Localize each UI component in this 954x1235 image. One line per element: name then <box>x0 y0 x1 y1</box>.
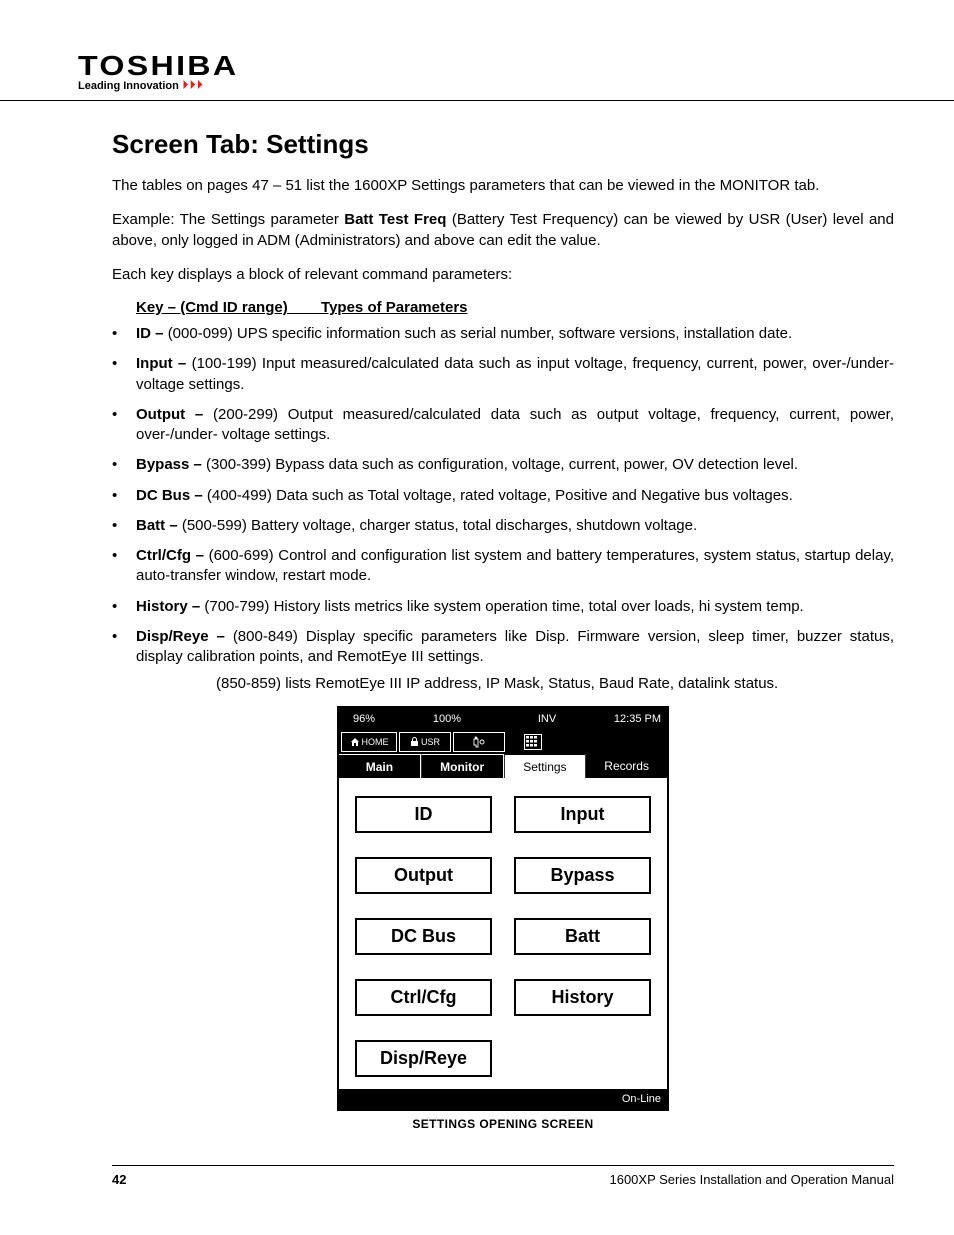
usr-button[interactable]: USR <box>399 732 451 752</box>
bullet-key: History – <box>136 598 204 615</box>
bullet-key: DC Bus – <box>136 487 207 504</box>
bullet-key: Batt – <box>136 517 182 534</box>
status-time: 12:35 PM <box>589 708 667 730</box>
bullet-desc: (300-399) Bypass data such as configurat… <box>206 456 798 473</box>
bullet-desc: (200-299) Output measured/calculated dat… <box>136 406 894 443</box>
bullet-desc: (500-599) Battery voltage, charger statu… <box>182 517 697 534</box>
bullet-item: Output – (200-299) Output measured/calcu… <box>112 405 894 446</box>
keypad-icon <box>524 734 542 750</box>
settings-key-disp-reye[interactable]: Disp/Reye <box>355 1040 492 1077</box>
status-pct2: 100% <box>389 708 505 730</box>
home-icon <box>350 737 360 747</box>
settings-key-history[interactable]: History <box>514 979 651 1016</box>
bullet-key: Bypass – <box>136 456 206 473</box>
key-header-line: Key – (Cmd ID range) Types of Parameters <box>136 299 894 316</box>
bullet-key: Disp/Reye – <box>136 628 233 645</box>
page-number: 42 <box>112 1172 126 1187</box>
example-text: Example: The Settings parameter Batt Tes… <box>112 210 894 251</box>
usr-label: USR <box>421 737 440 747</box>
settings-key-input[interactable]: Input <box>514 796 651 833</box>
intro-text: The tables on pages 47 – 51 list the 160… <box>112 176 894 196</box>
bullet-item: Batt – (500-599) Battery voltage, charge… <box>112 516 894 536</box>
bullet-item: Disp/Reye – (800-849) Display specific p… <box>112 627 894 668</box>
bullet-desc: (000-099) UPS specific information such … <box>168 325 792 342</box>
status-pct1: 96% <box>339 708 389 730</box>
settings-key-grid: ID Input Output Bypass DC Bus Batt Ctrl/Cfg His… <box>339 778 667 1089</box>
bullet-desc: (700-799) History lists metrics like sys… <box>204 598 803 615</box>
bullet-desc: (800-849) Display specific parameters li… <box>136 628 894 665</box>
bullet-item: DC Bus – (400-499) Data such as Total vo… <box>112 486 894 506</box>
home-label: HOME <box>362 737 389 747</box>
bullet-key: ID – <box>136 325 168 342</box>
manual-title: 1600XP Series Installation and Operation… <box>609 1172 894 1187</box>
device-footer: On-Line <box>339 1089 667 1109</box>
tab-main[interactable]: Main <box>339 754 421 778</box>
settings-key-ctrl-cfg[interactable]: Ctrl/Cfg <box>355 979 492 1016</box>
tab-bar: Main Monitor Settings Records <box>339 754 667 778</box>
figure-caption: SETTINGS OPENING SCREEN <box>337 1117 669 1131</box>
bullet-list: ID – (000-099) UPS specific information … <box>112 324 894 667</box>
each-key-text: Each key displays a block of relevant co… <box>112 265 894 285</box>
settings-key-id[interactable]: ID <box>355 796 492 833</box>
home-button[interactable]: HOME <box>341 732 397 752</box>
settings-key-batt[interactable]: Batt <box>514 918 651 955</box>
lock-icon <box>410 737 419 747</box>
bullet-key: Ctrl/Cfg – <box>136 547 209 564</box>
plug-button[interactable] <box>453 732 505 752</box>
header-rule <box>0 100 954 101</box>
bullet-item: Input – (100-199) Input measured/calcula… <box>112 354 894 395</box>
settings-key-bypass[interactable]: Bypass <box>514 857 651 894</box>
settings-key-dc-bus[interactable]: DC Bus <box>355 918 492 955</box>
keypad-button[interactable] <box>507 732 559 752</box>
bullet-item: History – (700-799) History lists metric… <box>112 597 894 617</box>
bullet-key: Output – <box>136 406 213 423</box>
bullet-desc: (400-499) Data such as Total voltage, ra… <box>207 487 793 504</box>
page-footer: 42 1600XP Series Installation and Operat… <box>112 1165 894 1187</box>
bullet-item: Ctrl/Cfg – (600-699) Control and configu… <box>112 546 894 587</box>
tab-settings[interactable]: Settings <box>504 754 586 778</box>
device-screen: 96% 100% INV 12:35 PM HOME <box>337 706 669 1111</box>
status-bar: 96% 100% INV 12:35 PM <box>339 708 667 730</box>
example-pre: Example: The Settings parameter <box>112 211 344 228</box>
brand-logo: TOSHIBA <box>78 50 954 82</box>
status-mode: INV <box>505 708 589 730</box>
toolbar: HOME USR <box>339 730 667 754</box>
sub-indent-line: (850-859) lists RemotEye III IP address,… <box>216 675 894 692</box>
tab-records[interactable]: Records <box>585 754 667 778</box>
bullet-item: Bypass – (300-399) Bypass data such as c… <box>112 455 894 475</box>
device-figure: 96% 100% INV 12:35 PM HOME <box>337 706 669 1131</box>
plug-icon <box>472 736 486 748</box>
page-title: Screen Tab: Settings <box>112 129 894 160</box>
bullet-key: Input – <box>136 355 192 372</box>
bullet-item: ID – (000-099) UPS specific information … <box>112 324 894 344</box>
tab-monitor[interactable]: Monitor <box>421 754 504 778</box>
bullet-desc: (100-199) Input measured/calculated data… <box>136 355 894 392</box>
bullet-desc: (600-699) Control and configuration list… <box>136 547 894 584</box>
example-bold: Batt Test Freq <box>344 211 446 228</box>
settings-key-output[interactable]: Output <box>355 857 492 894</box>
